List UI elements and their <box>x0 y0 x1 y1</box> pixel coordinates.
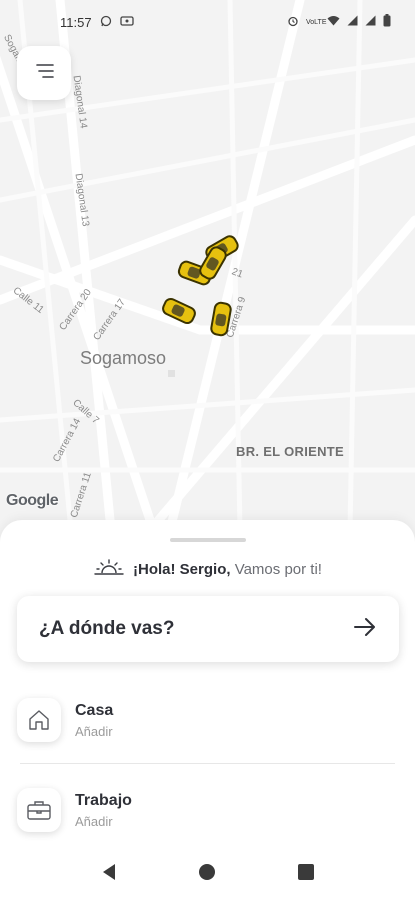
google-attribution: Google <box>6 492 59 509</box>
status-bar: 11:57 VoLTE <box>0 0 415 44</box>
place-title: Casa <box>75 701 114 719</box>
alarm-icon <box>287 15 299 30</box>
status-time: 11:57 <box>60 14 92 30</box>
sunrise-icon <box>93 558 125 580</box>
wifi-icon <box>327 15 340 29</box>
saved-place-home[interactable]: Casa Añadir <box>17 685 395 755</box>
home-icon <box>17 698 61 742</box>
greeting-name: ¡Hola! Sergio, <box>133 560 231 578</box>
signal-icon <box>365 15 376 29</box>
destination-prompt: ¿A dónde vas? <box>39 618 175 639</box>
map-district-label: BR. EL ORIENTE <box>236 444 344 459</box>
bottom-sheet: ¡Hola! Sergio, Vamos por ti! ¿A dónde va… <box>0 520 415 900</box>
battery-icon <box>383 14 391 30</box>
place-subtitle: Añadir <box>75 813 113 829</box>
signal-icon <box>347 15 358 29</box>
back-button[interactable] <box>89 854 129 894</box>
recents-button[interactable] <box>286 854 326 894</box>
menu-button[interactable] <box>17 46 71 100</box>
whatsapp-icon <box>100 15 112 30</box>
greeting: ¡Hola! Sergio, Vamos por ti! <box>0 558 415 580</box>
system-nav-bar <box>0 848 415 900</box>
sheet-drag-handle[interactable] <box>170 538 246 542</box>
place-subtitle: Añadir <box>75 723 113 739</box>
menu-icon <box>33 63 55 84</box>
divider <box>20 763 395 764</box>
place-title: Trabajo <box>75 791 132 809</box>
map-city-label: Sogamoso <box>80 348 167 368</box>
home-button[interactable] <box>187 854 227 894</box>
home-circle-icon <box>198 863 216 886</box>
greeting-rest: Vamos por ti! <box>234 560 322 578</box>
back-icon <box>101 863 117 886</box>
cast-icon <box>119 15 134 30</box>
saved-place-work[interactable]: Trabajo Añadir <box>17 775 395 845</box>
volte-icon: VoLTE <box>306 18 327 26</box>
arrow-right-icon <box>353 617 377 642</box>
recents-icon <box>297 863 314 885</box>
briefcase-icon <box>17 788 61 832</box>
destination-search-button[interactable]: ¿A dónde vas? <box>17 596 399 662</box>
